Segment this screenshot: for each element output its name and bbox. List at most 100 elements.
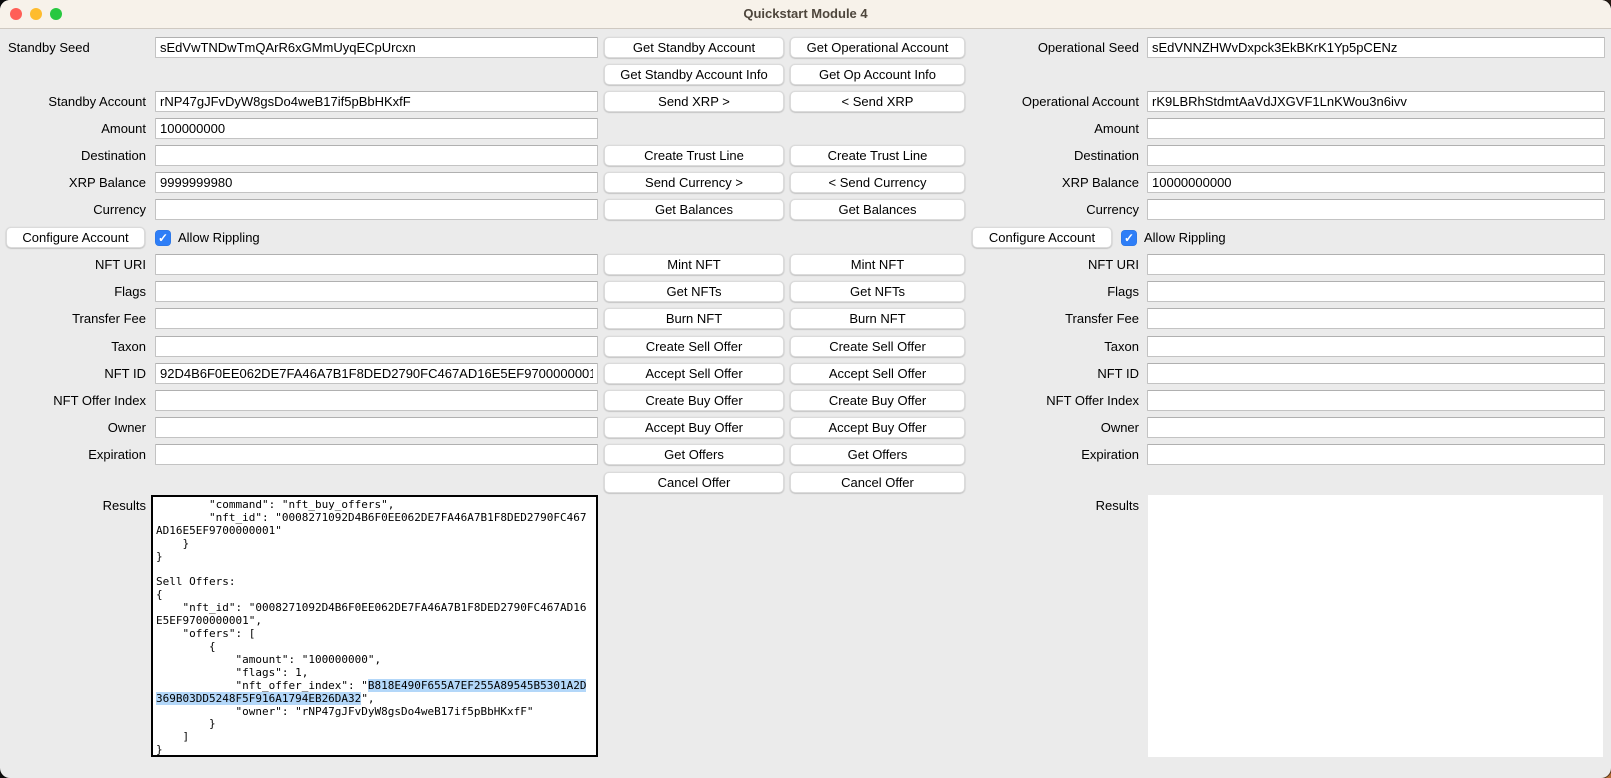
operational-create-trust-line-button[interactable]: Create Trust Line: [790, 145, 965, 166]
standby-xrp-balance-label: XRP Balance: [0, 172, 146, 193]
operational-nft-uri-input[interactable]: [1147, 254, 1605, 275]
standby-allow-rippling: ✓ Allow Rippling: [155, 227, 260, 248]
operational-taxon-label: Taxon: [966, 336, 1139, 357]
standby-seed-label: Standby Seed: [0, 37, 154, 58]
get-standby-account-button[interactable]: Get Standby Account: [604, 37, 784, 58]
standby-accept-buy-offer-button[interactable]: Accept Buy Offer: [604, 417, 784, 438]
standby-nft-id-input[interactable]: [155, 363, 598, 384]
checkmark-icon: ✓: [158, 230, 168, 246]
operational-cancel-offer-button[interactable]: Cancel Offer: [790, 472, 965, 493]
standby-amount-input[interactable]: [155, 118, 598, 139]
operational-create-buy-offer-button[interactable]: Create Buy Offer: [790, 390, 965, 411]
operational-allow-rippling-checkbox[interactable]: ✓: [1121, 230, 1137, 246]
standby-burn-nft-button[interactable]: Burn NFT: [604, 308, 784, 329]
standby-transfer-fee-input[interactable]: [155, 308, 598, 329]
operational-accept-buy-offer-button[interactable]: Accept Buy Offer: [790, 417, 965, 438]
standby-cancel-offer-button[interactable]: Cancel Offer: [604, 472, 784, 493]
standby-mint-nft-button[interactable]: Mint NFT: [604, 254, 784, 275]
operational-destination-label: Destination: [966, 145, 1139, 166]
operational-nft-offer-index-input[interactable]: [1147, 390, 1605, 411]
operational-taxon-input[interactable]: [1147, 336, 1605, 357]
operational-nft-uri-label: NFT URI: [966, 254, 1139, 275]
operational-flags-label: Flags: [966, 281, 1139, 302]
operational-nft-id-label: NFT ID: [966, 363, 1139, 384]
standby-get-nfts-button[interactable]: Get NFTs: [604, 281, 784, 302]
operational-flags-input[interactable]: [1147, 281, 1605, 302]
operational-nft-offer-index-label: NFT Offer Index: [966, 390, 1139, 411]
app-window: Quickstart Module 4 Standby Seed Get Sta…: [0, 0, 1611, 778]
standby-owner-input[interactable]: [155, 417, 598, 438]
standby-allow-rippling-label: Allow Rippling: [178, 230, 260, 245]
operational-create-sell-offer-button[interactable]: Create Sell Offer: [790, 336, 965, 357]
row-account-info: Get Standby Account Info Get Op Account …: [0, 64, 1611, 85]
send-currency-left-button[interactable]: < Send Currency: [790, 172, 965, 193]
standby-configure-account-button[interactable]: Configure Account: [6, 227, 145, 248]
operational-xrp-balance-input[interactable]: [1147, 172, 1605, 193]
operational-seed-input[interactable]: [1147, 37, 1605, 58]
send-currency-right-button[interactable]: Send Currency >: [604, 172, 784, 193]
standby-seed-input[interactable]: [155, 37, 598, 58]
row-nft-offer-index: NFT Offer Index Create Buy Offer Create …: [0, 390, 1611, 411]
row-expiration: Expiration Get Offers Get Offers Expirat…: [0, 444, 1611, 465]
operational-account-input[interactable]: [1147, 91, 1605, 112]
get-op-account-info-button[interactable]: Get Op Account Info: [790, 64, 965, 85]
get-operational-account-button[interactable]: Get Operational Account: [790, 37, 965, 58]
row-amount: Amount Amount: [0, 118, 1611, 139]
standby-account-label: Standby Account: [0, 91, 146, 112]
operational-configure-account-button[interactable]: Configure Account: [972, 227, 1112, 248]
standby-create-buy-offer-button[interactable]: Create Buy Offer: [604, 390, 784, 411]
standby-destination-input[interactable]: [155, 145, 598, 166]
row-xrp-balance: XRP Balance Send Currency > < Send Curre…: [0, 172, 1611, 193]
standby-expiration-input[interactable]: [155, 444, 598, 465]
standby-transfer-fee-label: Transfer Fee: [0, 308, 146, 329]
operational-account-label: Operational Account: [966, 91, 1139, 112]
window-title: Quickstart Module 4: [0, 0, 1611, 28]
operational-destination-input[interactable]: [1147, 145, 1605, 166]
row-transfer-fee: Transfer Fee Burn NFT Burn NFT Transfer …: [0, 308, 1611, 329]
standby-allow-rippling-checkbox[interactable]: ✓: [155, 230, 171, 246]
standby-flags-input[interactable]: [155, 281, 598, 302]
operational-get-offers-button[interactable]: Get Offers: [790, 444, 965, 465]
operational-burn-nft-button[interactable]: Burn NFT: [790, 308, 965, 329]
standby-currency-input[interactable]: [155, 199, 598, 220]
operational-seed-label: Operational Seed: [966, 37, 1139, 58]
operational-expiration-input[interactable]: [1147, 444, 1605, 465]
row-nft-uri: NFT URI Mint NFT Mint NFT NFT URI: [0, 254, 1611, 275]
standby-xrp-balance-input[interactable]: [155, 172, 598, 193]
operational-currency-input[interactable]: [1147, 199, 1605, 220]
operational-transfer-fee-input[interactable]: [1147, 308, 1605, 329]
get-standby-account-info-button[interactable]: Get Standby Account Info: [604, 64, 784, 85]
send-xrp-left-button[interactable]: < Send XRP: [790, 91, 965, 112]
operational-get-balances-button[interactable]: Get Balances: [790, 199, 965, 220]
row-taxon: Taxon Create Sell Offer Create Sell Offe…: [0, 336, 1611, 357]
operational-owner-input[interactable]: [1147, 417, 1605, 438]
row-nft-id: NFT ID Accept Sell Offer Accept Sell Off…: [0, 363, 1611, 384]
send-xrp-right-button[interactable]: Send XRP >: [604, 91, 784, 112]
standby-nft-offer-index-input[interactable]: [155, 390, 598, 411]
operational-accept-sell-offer-button[interactable]: Accept Sell Offer: [790, 363, 965, 384]
standby-owner-label: Owner: [0, 417, 146, 438]
standby-account-input[interactable]: [155, 91, 598, 112]
operational-amount-input[interactable]: [1147, 118, 1605, 139]
standby-nft-offer-index-label: NFT Offer Index: [0, 390, 146, 411]
standby-create-sell-offer-button[interactable]: Create Sell Offer: [604, 336, 784, 357]
standby-accept-sell-offer-button[interactable]: Accept Sell Offer: [604, 363, 784, 384]
standby-results-textarea[interactable]: "command": "nft_buy_offers", "nft_id": "…: [151, 495, 598, 757]
standby-currency-label: Currency: [0, 199, 146, 220]
operational-results-textarea[interactable]: [1148, 495, 1603, 757]
checkmark-icon: ✓: [1124, 230, 1134, 246]
row-cancel-offer: Cancel Offer Cancel Offer: [0, 472, 1611, 493]
operational-mint-nft-button[interactable]: Mint NFT: [790, 254, 965, 275]
operational-get-nfts-button[interactable]: Get NFTs: [790, 281, 965, 302]
standby-taxon-input[interactable]: [155, 336, 598, 357]
row-flags: Flags Get NFTs Get NFTs Flags: [0, 281, 1611, 302]
standby-get-balances-button[interactable]: Get Balances: [604, 199, 784, 220]
operational-nft-id-input[interactable]: [1147, 363, 1605, 384]
standby-create-trust-line-button[interactable]: Create Trust Line: [604, 145, 784, 166]
operational-amount-label: Amount: [966, 118, 1139, 139]
operational-xrp-balance-label: XRP Balance: [966, 172, 1139, 193]
row-currency: Currency Get Balances Get Balances Curre…: [0, 199, 1611, 220]
standby-get-offers-button[interactable]: Get Offers: [604, 444, 784, 465]
row-destination: Destination Create Trust Line Create Tru…: [0, 145, 1611, 166]
standby-nft-uri-input[interactable]: [155, 254, 598, 275]
